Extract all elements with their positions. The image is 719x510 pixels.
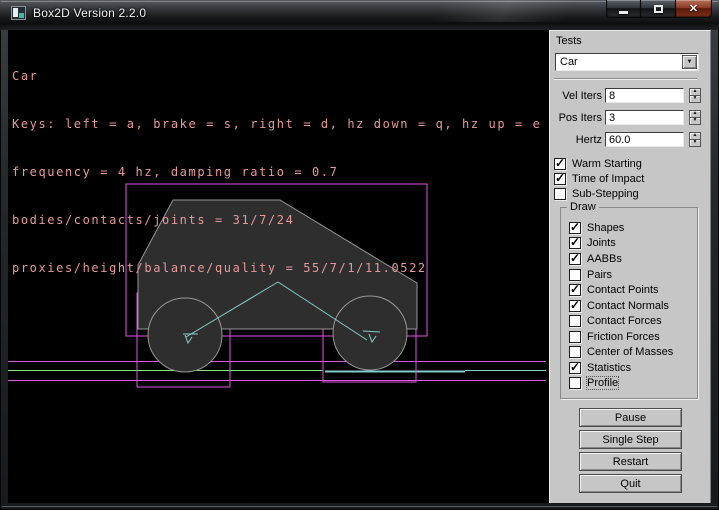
checkbox-row-friction-forces: ✓ Friction Forces — [569, 330, 660, 343]
check-icon: ✓ — [570, 235, 580, 249]
vel-iters-stepper: ▲ ▼ — [689, 88, 701, 103]
control-panel: Tests Car ▼ Vel Iters ▲ ▼ Pos Iters — [549, 30, 711, 503]
draw-group-title: Draw — [567, 201, 599, 213]
vel-iters-row: Vel Iters ▲ ▼ — [550, 87, 701, 104]
chevron-down-icon: ▼ — [687, 59, 693, 65]
checkbox-row-profile: ✓ Profile — [569, 376, 618, 389]
time-of-impact-label: Time of Impact — [572, 173, 644, 185]
maximize-icon — [654, 5, 663, 13]
time-of-impact-checkbox[interactable]: ✓ — [554, 173, 566, 185]
friction-forces-label: Friction Forces — [587, 331, 660, 343]
hertz-label: Hertz — [550, 134, 605, 146]
simulation-canvas[interactable]: Car Keys: left = a, brake = s, right = d… — [8, 30, 546, 503]
check-icon: ✓ — [570, 282, 580, 296]
spin-down-button[interactable]: ▼ — [689, 140, 701, 147]
close-icon: ✕ — [689, 1, 698, 17]
hud-line-title: Car — [12, 68, 541, 84]
dropdown-button[interactable]: ▼ — [682, 55, 697, 69]
hud-stats: Car Keys: left = a, brake = s, right = d… — [12, 36, 541, 308]
contact-points-checkbox[interactable]: ✓ — [569, 284, 581, 296]
draw-groupbox: Draw ✓ Shapes ✓ Joints ✓ AABBs ✓ Pairs — [560, 207, 698, 399]
test-selected-value: Car — [560, 55, 578, 69]
window-content: Car Keys: left = a, brake = s, right = d… — [8, 30, 711, 503]
contact-points-label: Contact Points — [587, 284, 659, 296]
joints-label: Joints — [587, 237, 616, 249]
hertz-input[interactable] — [605, 132, 684, 147]
hud-line-proxies: proxies/height/balance/quality = 55/7/1/… — [12, 260, 541, 276]
spin-down-button[interactable]: ▼ — [689, 96, 701, 103]
restart-button[interactable]: Restart — [579, 452, 682, 471]
pos-iters-label: Pos Iters — [550, 112, 605, 124]
checkbox-row-contact-normals: ✓ Contact Normals — [569, 299, 669, 312]
checkbox-row-aabbs: ✓ AABBs — [569, 252, 622, 265]
hud-line-frequency: frequency = 4 hz, damping ratio = 0.7 — [12, 164, 541, 180]
checkbox-row-pairs: ✓ Pairs — [569, 268, 612, 281]
check-icon: ✓ — [570, 220, 580, 234]
center-of-masses-checkbox[interactable]: ✓ — [569, 346, 581, 358]
tests-label: Tests — [556, 35, 582, 47]
pairs-label: Pairs — [587, 269, 612, 281]
window-controls: ✕ — [606, 0, 712, 18]
hertz-stepper: ▲ ▼ — [689, 132, 701, 147]
warm-starting-checkbox[interactable]: ✓ — [554, 158, 566, 170]
checkbox-row-warm-starting: ✓ Warm Starting — [554, 157, 642, 170]
sub-stepping-label: Sub-Stepping — [572, 188, 639, 200]
hud-line-keys: Keys: left = a, brake = s, right = d, hz… — [12, 116, 541, 132]
checkbox-row-sub-stepping: ✓ Sub-Stepping — [554, 187, 639, 200]
check-icon: ✓ — [555, 171, 565, 185]
joints-checkbox[interactable]: ✓ — [569, 237, 581, 249]
checkbox-row-time-of-impact: ✓ Time of Impact — [554, 172, 644, 185]
maximize-button[interactable] — [641, 0, 676, 18]
statistics-checkbox[interactable]: ✓ — [569, 362, 581, 374]
hud-line-bodies: bodies/contacts/joints = 31/7/24 — [12, 212, 541, 228]
single-step-button[interactable]: Single Step — [579, 430, 682, 449]
statistics-label: Statistics — [587, 362, 631, 374]
close-button[interactable]: ✕ — [676, 0, 712, 18]
checkbox-row-joints: ✓ Joints — [569, 236, 616, 249]
pos-iters-row: Pos Iters ▲ ▼ — [550, 109, 701, 126]
checkbox-row-statistics: ✓ Statistics — [569, 361, 631, 374]
contact-forces-checkbox[interactable]: ✓ — [569, 315, 581, 327]
friction-forces-checkbox[interactable]: ✓ — [569, 331, 581, 343]
profile-label: Profile — [587, 377, 618, 389]
shapes-checkbox[interactable]: ✓ — [569, 222, 581, 234]
checkbox-row-contact-points: ✓ Contact Points — [569, 283, 659, 296]
app-window: Box2D Version 2.2.0 ✕ — [0, 0, 719, 510]
spin-down-button[interactable]: ▼ — [689, 118, 701, 125]
aabbs-label: AABBs — [587, 253, 622, 265]
pos-iters-stepper: ▲ ▼ — [689, 110, 701, 125]
check-icon: ✓ — [570, 360, 580, 374]
center-of-masses-label: Center of Masses — [587, 346, 673, 358]
shapes-label: Shapes — [587, 222, 624, 234]
pause-button[interactable]: Pause — [579, 408, 682, 427]
checkbox-row-contact-forces: ✓ Contact Forces — [569, 314, 662, 327]
quit-button[interactable]: Quit — [579, 474, 682, 493]
vel-iters-input[interactable] — [605, 88, 684, 103]
check-icon: ✓ — [570, 298, 580, 312]
app-icon — [11, 6, 26, 20]
aabbs-checkbox[interactable]: ✓ — [569, 253, 581, 265]
check-icon: ✓ — [570, 251, 580, 265]
check-icon: ✓ — [555, 156, 565, 170]
checkbox-row-center-of-masses: ✓ Center of Masses — [569, 345, 673, 358]
pos-iters-input[interactable] — [605, 110, 684, 125]
test-select-dropdown[interactable]: Car ▼ — [555, 53, 699, 71]
sub-stepping-checkbox[interactable]: ✓ — [554, 188, 566, 200]
contact-normals-checkbox[interactable]: ✓ — [569, 300, 581, 312]
warm-starting-label: Warm Starting — [572, 158, 642, 170]
minimize-icon — [619, 11, 628, 14]
profile-checkbox[interactable]: ✓ — [569, 377, 581, 389]
checkbox-row-shapes: ✓ Shapes — [569, 221, 624, 234]
separator — [554, 78, 697, 80]
window-title: Box2D Version 2.2.0 — [33, 6, 146, 20]
contact-normals-label: Contact Normals — [587, 300, 669, 312]
minimize-button[interactable] — [606, 0, 641, 18]
pairs-checkbox[interactable]: ✓ — [569, 269, 581, 281]
contact-forces-label: Contact Forces — [587, 315, 662, 327]
vel-iters-label: Vel Iters — [550, 90, 605, 102]
hertz-row: Hertz ▲ ▼ — [550, 131, 701, 148]
